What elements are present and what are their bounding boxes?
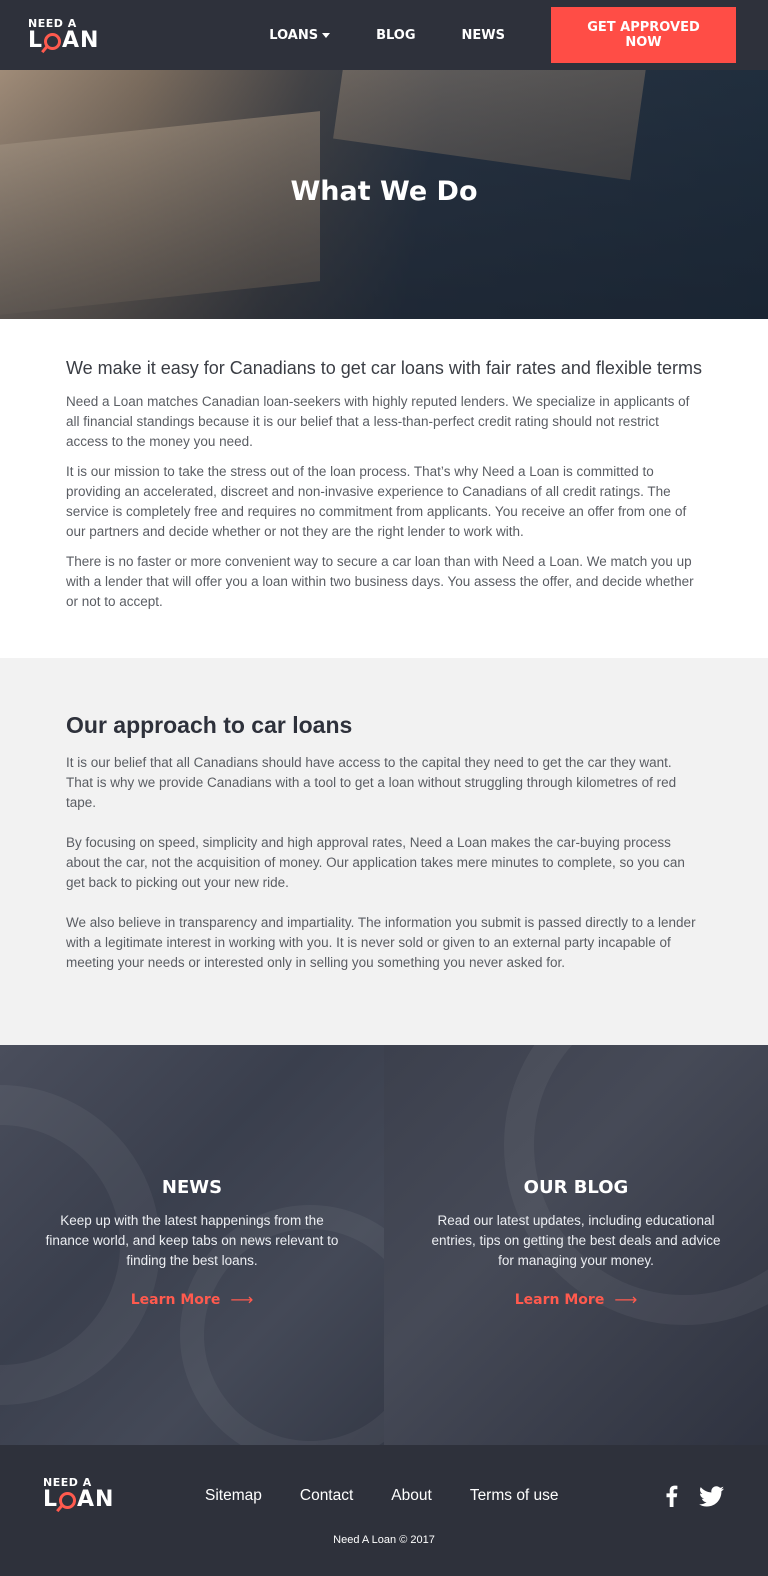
footer-link-terms[interactable]: Terms of use	[470, 1487, 559, 1505]
footer-link-sitemap[interactable]: Sitemap	[205, 1487, 262, 1505]
facebook-icon[interactable]	[663, 1485, 679, 1507]
news-card-title: NEWS	[161, 1177, 223, 1198]
site-logo[interactable]: NEED A L AN	[28, 18, 99, 52]
footer-link-about[interactable]: About	[391, 1487, 432, 1505]
twitter-icon[interactable]	[699, 1485, 724, 1507]
footer-link-contact[interactable]: Contact	[300, 1487, 353, 1505]
footer-logo[interactable]: NEED A L AN	[43, 1477, 114, 1511]
intro-paragraph: There is no faster or more convenient wa…	[66, 554, 694, 609]
blog-card: OUR BLOG Read our latest updates, includ…	[384, 1045, 768, 1445]
blog-card-title: OUR BLOG	[523, 1177, 629, 1198]
intro-section: We make it easy for Canadians to get car…	[0, 319, 768, 658]
nav-blog[interactable]: BLOG	[376, 28, 415, 43]
get-approved-button[interactable]: GET APPROVED NOW	[551, 7, 736, 63]
news-learn-more-link[interactable]: Learn More ⟶	[131, 1290, 254, 1309]
intro-heading: We make it easy for Canadians to get car…	[66, 358, 702, 378]
magnifier-icon	[44, 32, 62, 50]
caret-down-icon	[322, 32, 331, 38]
intro-paragraph: Need a Loan matches Canadian loan-seeker…	[66, 394, 690, 449]
logo-bottom-text: L AN	[43, 1487, 115, 1512]
logo-bottom-text: L AN	[28, 28, 100, 53]
news-card-text: Keep up with the latest happenings from …	[45, 1213, 339, 1268]
arrow-right-icon: ⟶	[614, 1290, 638, 1309]
site-header: NEED A L AN LOANS BLOG NEWS GET APPROVED…	[0, 0, 768, 70]
news-card-content: NEWS Keep up with the latest happenings …	[0, 1177, 384, 1309]
nav-loans[interactable]: LOANS	[269, 27, 331, 43]
magnifier-icon	[59, 1491, 77, 1509]
feature-cards: NEWS Keep up with the latest happenings …	[0, 1045, 768, 1445]
footer-nav: Sitemap Contact About Terms of use	[205, 1487, 597, 1505]
approach-section: Our approach to car loans It is our beli…	[0, 658, 768, 1045]
blog-card-text: Read our latest updates, including educa…	[431, 1213, 721, 1268]
approach-paragraph: By focusing on speed, simplicity and hig…	[66, 835, 685, 890]
nav-news-label: NEWS	[461, 27, 505, 43]
social-links	[663, 1485, 724, 1507]
page-title: What We Do	[290, 176, 478, 207]
arrow-right-icon: ⟶	[230, 1290, 254, 1309]
news-card: NEWS Keep up with the latest happenings …	[0, 1045, 384, 1445]
copyright-text: Need A Loan © 2017	[333, 1534, 435, 1546]
blog-learn-more-link[interactable]: Learn More ⟶	[515, 1290, 638, 1309]
approach-paragraph: It is our belief that all Canadians shou…	[66, 755, 677, 810]
nav-news[interactable]: NEWS	[462, 28, 505, 43]
learn-more-label: Learn More	[514, 1291, 605, 1308]
intro-paragraph: It is our mission to take the stress out…	[66, 464, 687, 539]
approach-paragraph: We also believe in transparency and impa…	[66, 915, 696, 970]
nav-loans-label: LOANS	[269, 27, 319, 43]
site-footer: NEED A L AN Sitemap Contact About Terms …	[0, 1445, 768, 1576]
learn-more-label: Learn More	[130, 1291, 221, 1308]
hero-banner: What We Do	[0, 70, 768, 319]
blog-card-content: OUR BLOG Read our latest updates, includ…	[384, 1177, 768, 1309]
approach-heading: Our approach to car loans	[66, 712, 353, 738]
main-nav: LOANS BLOG NEWS GET APPROVED NOW	[269, 7, 736, 63]
nav-blog-label: BLOG	[376, 27, 416, 43]
